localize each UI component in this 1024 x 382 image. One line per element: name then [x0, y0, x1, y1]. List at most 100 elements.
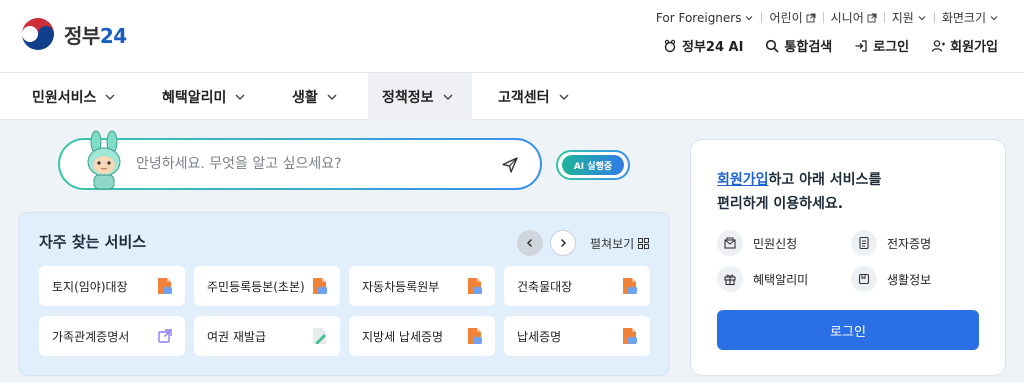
chevron-down-icon	[443, 94, 453, 100]
nav-label: 정책정보	[382, 89, 434, 106]
expand-button[interactable]: 펼쳐보기	[590, 235, 650, 252]
frequent-services-title: 자주 찾는 서비스	[39, 233, 147, 251]
next-button[interactable]	[550, 230, 576, 256]
chevron-down-icon	[327, 94, 337, 100]
grid-icon	[638, 238, 650, 249]
login-label: 로그인	[873, 40, 910, 55]
nav-item-policy-info[interactable]: 정책정보	[368, 73, 472, 120]
gift-icon	[717, 266, 743, 292]
nav-item-civil-services[interactable]: 민원서비스	[18, 73, 130, 120]
nav-item-life[interactable]: 생활	[278, 73, 352, 120]
chevron-down-icon	[746, 15, 753, 20]
support-label: 지원	[891, 11, 914, 25]
ai-status-pill[interactable]: AI 실행중	[556, 150, 630, 180]
document-icon	[468, 278, 482, 294]
card-item-life-info: 생활정보	[851, 266, 931, 292]
senior-label: 시니어	[830, 11, 864, 25]
integrated-search-link[interactable]: 통합검색	[765, 36, 832, 55]
chevron-down-icon	[105, 94, 115, 100]
service-label: 여권 재발급	[207, 329, 267, 344]
signup-message-rest: 하고 아래 서비스를	[768, 172, 882, 188]
service-item-local-tax-certificate[interactable]: 지방세 납세증명	[349, 316, 495, 356]
card-item-e-certificate: 전자증명	[851, 230, 931, 256]
card-item-benefits: 혜택알리미	[717, 266, 808, 292]
document-icon	[158, 278, 172, 294]
chevron-down-icon	[990, 15, 998, 20]
nav-item-customer-center[interactable]: 고객센터	[484, 73, 584, 120]
logo-text-name: 정부	[64, 23, 100, 48]
nav-item-benefits[interactable]: 혜택알리미	[148, 73, 260, 120]
nav-label: 민원서비스	[32, 89, 97, 106]
signup-link[interactable]: 회원가입	[931, 36, 998, 55]
service-item-family-relation[interactable]: 가족관계증명서	[39, 316, 185, 356]
search-inner	[60, 140, 540, 188]
document-icon	[468, 328, 482, 344]
signup-label: 회원가입	[950, 40, 998, 55]
send-icon[interactable]	[500, 155, 520, 175]
integrated-search-label: 통합검색	[784, 40, 833, 55]
card-item-label: 민원신청	[753, 236, 798, 251]
nav-label: 생활	[292, 89, 318, 106]
expand-label: 펼쳐보기	[590, 237, 635, 251]
header: 정부24 For Foreigners 어린이 시니어 지원 화면크기 정부24…	[0, 0, 1024, 72]
signup-card: 회원가입하고 아래 서비스를 편리하게 이용하세요. 민원신청 전자증명 혜택알…	[690, 139, 1006, 376]
nav-label: 고객센터	[498, 89, 550, 106]
chevron-right-icon	[560, 238, 567, 248]
chevron-down-icon	[559, 94, 569, 100]
service-item-resident-register[interactable]: 주민등록등본(초본)	[194, 266, 340, 306]
taegeuk-logo-icon	[20, 16, 56, 52]
document-icon	[313, 278, 327, 294]
ai-mascot-icon	[664, 39, 676, 52]
senior-link[interactable]: 시니어	[824, 9, 884, 26]
ai-running-badge: AI 실행중	[562, 155, 624, 175]
service-label: 토지(임야)대장	[52, 279, 128, 294]
prev-button[interactable]	[517, 230, 543, 256]
service-item-tax-certificate[interactable]: 납세증명	[504, 316, 650, 356]
service-item-building-register[interactable]: 건축물대장	[504, 266, 650, 306]
service-item-land-register[interactable]: 토지(임야)대장	[39, 266, 185, 306]
chevron-left-icon	[526, 238, 533, 248]
frequent-services-panel: 자주 찾는 서비스 펼쳐보기 토지(임야)대장 주민등록등본(초본) 자동차등록…	[18, 212, 670, 376]
rabbit-mascot-icon	[87, 130, 121, 190]
signup-message: 회원가입하고 아래 서비스를 편리하게 이용하세요.	[717, 168, 881, 216]
zoom-label: 화면크기	[941, 11, 986, 25]
logo-wordmark: 정부24	[64, 20, 127, 49]
utility-menu: For Foreigners 어린이 시니어 지원 화면크기	[649, 9, 1006, 26]
for-foreigners-label: For Foreigners	[655, 10, 742, 25]
ai-pill-inner: AI 실행중	[558, 152, 628, 178]
search-input[interactable]	[136, 152, 466, 176]
search-icon	[766, 39, 779, 53]
document-icon	[623, 278, 637, 294]
card-item-civil-application: 민원신청	[717, 230, 797, 256]
login-icon	[855, 39, 867, 52]
logo-text-num: 24	[99, 23, 127, 48]
kids-link[interactable]: 어린이	[762, 9, 822, 26]
service-label: 지방세 납세증명	[362, 329, 444, 344]
support-menu[interactable]: 지원	[885, 9, 934, 26]
service-label: 주민등록등본(초본)	[207, 279, 305, 294]
signup-card-link[interactable]: 회원가입	[717, 172, 769, 188]
service-label: 납세증명	[517, 329, 562, 344]
zoom-menu[interactable]: 화면크기	[935, 9, 1006, 26]
service-label: 자동차등록원부	[362, 279, 440, 294]
chevron-down-icon	[918, 15, 926, 20]
gov24-logo[interactable]: 정부24	[18, 14, 127, 54]
gov24-ai-label: 정부24 AI	[681, 40, 744, 55]
service-label: 건축물대장	[517, 279, 573, 294]
chevron-down-icon	[235, 94, 245, 100]
mail-icon	[717, 230, 743, 256]
service-item-vehicle-register[interactable]: 자동차등록원부	[349, 266, 495, 306]
info-card-icon	[851, 266, 877, 292]
external-link-icon	[158, 329, 172, 343]
login-link[interactable]: 로그인	[854, 36, 909, 55]
external-link-icon	[867, 13, 877, 22]
edit-document-icon	[313, 328, 326, 344]
main-nav: 민원서비스 혜택알리미 생활 정책정보 고객센터	[0, 72, 1024, 120]
gov24-ai-link[interactable]: 정부24 AI	[663, 36, 743, 55]
document-icon	[623, 328, 637, 344]
service-item-passport-reissue[interactable]: 여권 재발급	[194, 316, 340, 356]
for-foreigners-menu[interactable]: For Foreigners	[649, 11, 762, 25]
kids-label: 어린이	[769, 11, 803, 25]
card-login-button[interactable]: 로그인	[717, 310, 979, 350]
nav-label: 혜택알리미	[162, 89, 227, 106]
